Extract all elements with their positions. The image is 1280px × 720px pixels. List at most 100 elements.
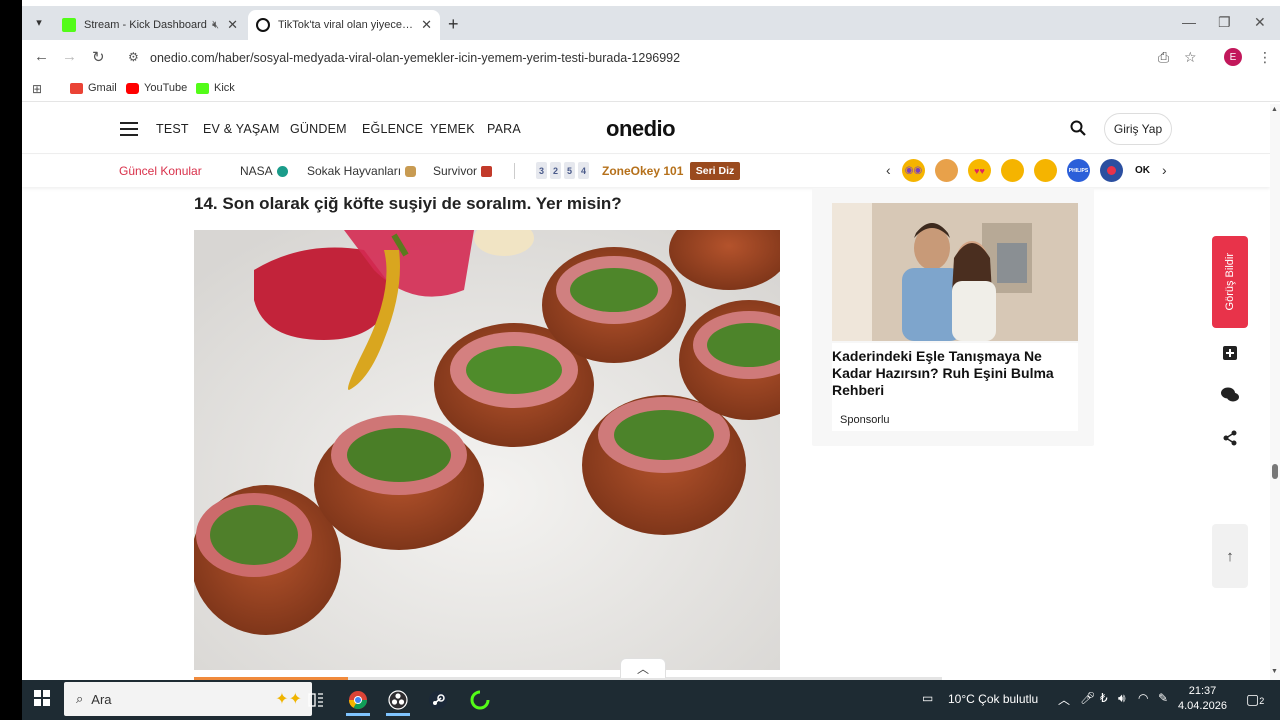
comments-icon[interactable] xyxy=(1218,383,1242,407)
bookmark-label: YouTube xyxy=(144,82,188,94)
sad-emoji-icon[interactable] xyxy=(1001,159,1024,182)
login-button[interactable]: Giriş Yap xyxy=(1104,113,1172,145)
chevron-up-icon[interactable]: ︿ xyxy=(620,658,666,678)
tab-tiktok-viral[interactable]: TikTok'ta viral olan yiyecekler n ✕ xyxy=(248,10,440,40)
back-button[interactable]: ← xyxy=(34,48,49,65)
topic-nasa[interactable]: NASA xyxy=(240,164,288,178)
apps-grid-icon[interactable]: ⊞ xyxy=(32,82,42,96)
youtube-icon xyxy=(126,82,139,94)
browser-menu-icon[interactable]: ⋮ xyxy=(1258,49,1272,66)
tab-title: TikTok'ta viral olan yiyecekler n xyxy=(278,19,413,31)
bookmark-kick[interactable]: Kick xyxy=(196,82,235,94)
ok-brand-icon[interactable]: OK xyxy=(1131,159,1154,182)
heart-eyes-emoji-icon[interactable]: ♥♥ xyxy=(968,159,991,182)
forward-button[interactable]: → xyxy=(62,48,77,65)
steam-taskbar-icon[interactable] xyxy=(420,684,456,716)
close-window-button[interactable]: ✕ xyxy=(1254,14,1266,31)
nav-ev-yasam[interactable]: EV & YAŞAM xyxy=(203,122,280,136)
hug-emoji-icon[interactable] xyxy=(935,159,958,182)
onedio-logo[interactable]: onedio xyxy=(606,116,676,142)
muted-speaker-icon[interactable]: 🔇︎ xyxy=(212,19,219,32)
scroll-down-arrow-icon[interactable]: ▼ xyxy=(1271,668,1278,675)
philips-logo-icon[interactable]: PHILIPS xyxy=(1067,159,1090,182)
maximize-button[interactable]: ❐ xyxy=(1218,14,1231,31)
bookmark-add-icon[interactable] xyxy=(1218,341,1242,365)
weather-icon: ▭ xyxy=(922,691,934,705)
keyboard-layout-icon[interactable]: ₺ xyxy=(1100,691,1108,705)
bookmarks-bar: ⊞ Gmail YouTube Kick xyxy=(22,76,1280,102)
ad-title[interactable]: Kaderindeki Eşle Tanışmaya Ne Kadar Hazı… xyxy=(832,348,1078,399)
new-tab-button[interactable]: + xyxy=(448,14,459,35)
browser-toolbar: ← → ↻ ⚙ onedio.com/haber/sosyal-medyada-… xyxy=(22,40,1280,76)
bookmark-gmail[interactable]: Gmail xyxy=(70,82,117,94)
microphone-icon[interactable]: 🎤︎ xyxy=(1080,691,1095,705)
wifi-icon[interactable]: ◠ xyxy=(1138,691,1148,705)
feedback-button[interactable]: Görüş Bildir xyxy=(1212,236,1248,328)
search-icon[interactable] xyxy=(1070,120,1086,136)
chevron-right-icon[interactable]: › xyxy=(1162,162,1167,178)
nav-para[interactable]: PARA xyxy=(487,122,521,136)
bookmark-label: Gmail xyxy=(88,82,117,94)
nav-yemek[interactable]: YEMEK xyxy=(430,122,475,136)
tab-kick-dashboard[interactable]: Stream - Kick Dashboard 🔇︎ ✕ xyxy=(54,10,246,40)
left-black-strip xyxy=(0,0,22,720)
couple-illustration xyxy=(832,203,1078,341)
nav-eglence[interactable]: EĞLENCE xyxy=(362,122,423,136)
site-info-icon[interactable]: ⚙ xyxy=(128,50,139,64)
topic-survivor[interactable]: Survivor xyxy=(433,164,493,178)
zoneokey-tiles-icon[interactable]: 3 2 5 4 xyxy=(536,162,589,179)
pets-icon xyxy=(405,165,417,177)
address-bar[interactable]: ⚙ onedio.com/haber/sosyal-medyada-viral-… xyxy=(122,44,1222,72)
onedio-brand-icon[interactable] xyxy=(1100,159,1123,182)
pen-icon[interactable]: ✎ xyxy=(1158,691,1168,705)
bookmark-star-icon[interactable]: ☆ xyxy=(1184,49,1197,66)
clock[interactable]: 21:37 4.04.2026 xyxy=(1178,684,1227,714)
bookmark-youtube[interactable]: YouTube xyxy=(126,82,187,94)
scroll-up-arrow-icon[interactable]: ▲ xyxy=(1271,106,1278,113)
chrome-taskbar-icon[interactable] xyxy=(340,684,376,716)
volume-icon[interactable]: 🔊︎ xyxy=(1118,691,1126,706)
seri-diz-button[interactable]: Seri Diz xyxy=(690,162,740,180)
close-tab-icon[interactable]: ✕ xyxy=(421,17,432,33)
reload-button[interactable]: ↻ xyxy=(92,48,105,66)
topic-sokak-hayvanlari[interactable]: Sokak Hayvanları xyxy=(307,164,417,178)
topics-divider xyxy=(514,163,515,179)
scrollbar-thumb[interactable] xyxy=(1272,464,1278,479)
ok-label: OK xyxy=(1135,165,1150,176)
philips-label: PHILIPS xyxy=(1068,167,1089,174)
party-emoji-icon[interactable]: ◉◉ xyxy=(902,159,925,182)
minimize-button[interactable]: — xyxy=(1182,14,1196,30)
windows-start-icon[interactable] xyxy=(34,690,50,706)
kick-favicon-icon xyxy=(62,18,76,32)
nav-test[interactable]: TEST xyxy=(156,122,189,136)
close-tab-icon[interactable]: ✕ xyxy=(227,17,238,33)
share-icon[interactable] xyxy=(1218,426,1242,450)
happy-emoji-icon[interactable] xyxy=(1034,159,1057,182)
kofte-roll xyxy=(194,485,341,635)
obs-taskbar-icon[interactable] xyxy=(380,684,416,716)
task-view-icon[interactable] xyxy=(298,684,334,716)
zoneokey-link[interactable]: ZoneOkey 101 xyxy=(602,164,683,178)
survivor-icon xyxy=(481,165,493,177)
kick-icon xyxy=(196,82,209,94)
tray-chevron-up-icon[interactable]: ︿ xyxy=(1058,691,1070,708)
notification-icon[interactable]: ▢2 xyxy=(1246,691,1264,708)
scroll-to-top-button[interactable]: ↑ xyxy=(1212,524,1248,588)
tab-search-button[interactable]: ▾ xyxy=(28,11,50,33)
nav-gundem[interactable]: GÜNDEM xyxy=(290,122,347,136)
topic-label: Sokak Hayvanları xyxy=(307,164,402,178)
sponsored-card[interactable]: Kaderindeki Eşle Tanışmaya Ne Kadar Hazı… xyxy=(812,188,1094,446)
browser-window: ▾ Stream - Kick Dashboard 🔇︎ ✕ TikTok'ta… xyxy=(22,0,1280,720)
topics-bar: Güncel Konular NASA Sokak Hayvanları Sur… xyxy=(22,155,1270,187)
tile-number: 3 xyxy=(536,162,547,179)
tab-bar: ▾ Stream - Kick Dashboard 🔇︎ ✕ TikTok'ta… xyxy=(22,6,1280,40)
install-app-icon[interactable]: ⎙ xyxy=(1158,49,1169,66)
article-heading: 14. Son olarak çiğ köfte suşiyi de soral… xyxy=(194,194,622,213)
chevron-left-icon[interactable]: ‹ xyxy=(886,162,891,178)
hamburger-menu-icon[interactable] xyxy=(120,122,138,136)
kick-taskbar-icon[interactable] xyxy=(462,684,498,716)
taskbar-search-box[interactable]: ⌕ Ara ✦✦ xyxy=(64,682,312,716)
page-scrollbar[interactable] xyxy=(1270,104,1280,680)
profile-avatar[interactable]: E xyxy=(1224,48,1242,66)
weather-text[interactable]: 10°C Çok bulutlu xyxy=(948,692,1038,706)
